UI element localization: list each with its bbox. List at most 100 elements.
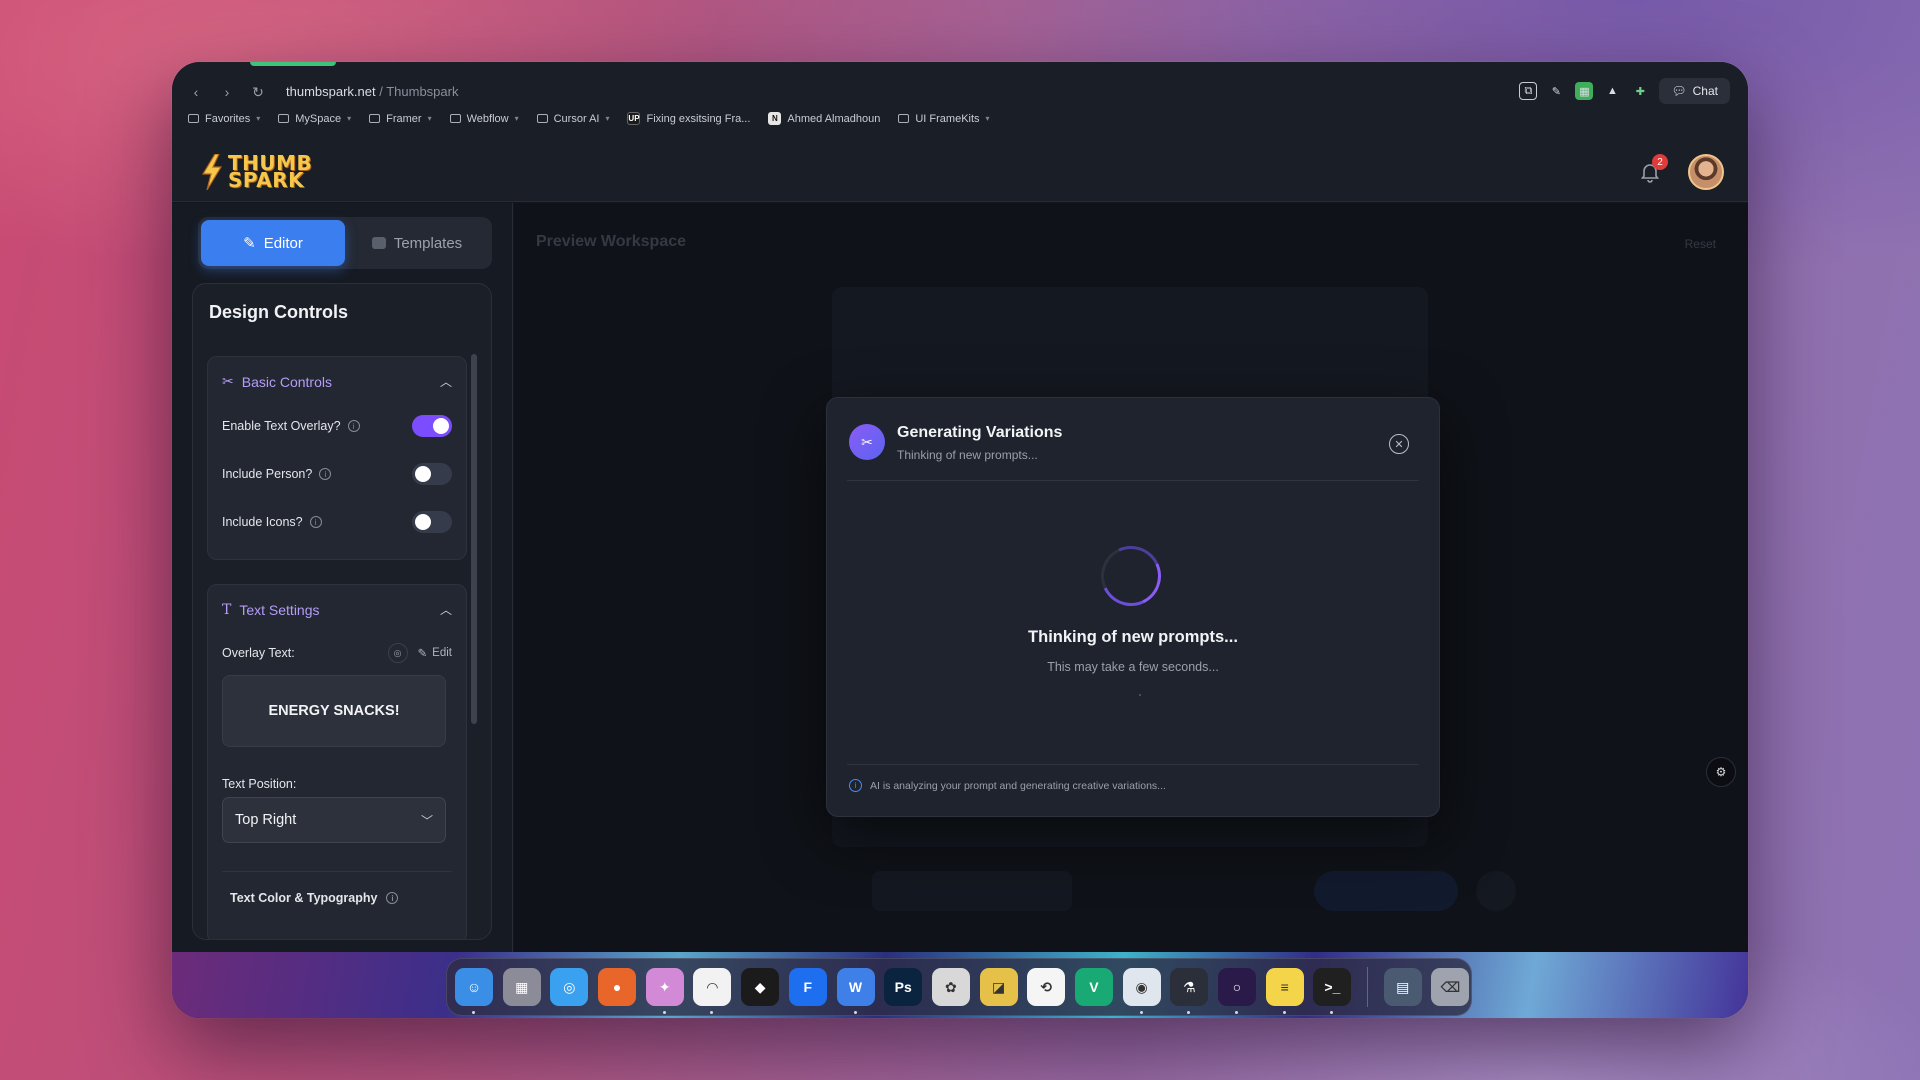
info-icon[interactable]: i xyxy=(309,516,322,528)
divider xyxy=(222,871,452,872)
templates-icon xyxy=(371,237,386,249)
bookmark-myspace[interactable]: MySpace ▾ xyxy=(278,113,351,125)
davinci-icon[interactable]: ✿ xyxy=(931,968,970,1006)
text-position-select[interactable]: Top Right ﹀ xyxy=(222,797,446,843)
pencil-icon: ✎ xyxy=(417,648,428,660)
include-icons-row: Include Icons? i xyxy=(222,511,452,533)
thumbspark-logo[interactable]: THUMB SPARK xyxy=(200,153,312,192)
avatar[interactable] xyxy=(1688,154,1724,190)
cursor-icon[interactable]: ◆ xyxy=(741,968,780,1006)
screen-recorder-icon[interactable]: ○ xyxy=(1218,968,1256,1014)
notes-icon[interactable]: ≡ xyxy=(1265,968,1304,1014)
grid-extension-icon[interactable]: ▦ xyxy=(1575,82,1594,100)
finder-icon[interactable]: ☺ xyxy=(455,968,493,1014)
firefox-icon[interactable]: ● xyxy=(598,968,637,1006)
puzzle-extension-icon[interactable]: ✚ xyxy=(1631,82,1649,100)
bookmark-ui-framekits[interactable]: UI FrameKits ▾ xyxy=(898,112,990,125)
text-settings-card: T Text Settings ︿ Overlay Text: ◎ ✎ Edit… xyxy=(207,584,467,939)
text-settings-title: Text Settings xyxy=(239,601,320,618)
vercel-icon[interactable]: ▲ xyxy=(1603,82,1621,100)
safari-icon[interactable]: ◎ xyxy=(550,968,589,1006)
generating-variations-dialog: ✂︎ Generating Variations Thinking of new… xyxy=(826,397,1440,817)
design-controls-panel: Design Controls ✂︎ Basic Controls ︿ Enab… xyxy=(192,283,492,940)
filter-toggle-button[interactable]: ⚙︎ xyxy=(1706,757,1736,787)
info-icon[interactable]: i xyxy=(319,468,332,480)
webflow-icon[interactable]: W xyxy=(836,968,875,1014)
bookmark-cursor-ai[interactable]: Cursor AI ▾ xyxy=(536,113,609,125)
vectorize-icon[interactable]: V xyxy=(1074,968,1113,1006)
folder-icon xyxy=(369,114,381,123)
folder-icon xyxy=(278,114,290,123)
bookmark-label: UI FrameKits xyxy=(915,112,980,125)
preview-icon[interactable]: ◉ xyxy=(1122,968,1161,1014)
bookmark-label: MySpace xyxy=(295,112,342,125)
trash-icon[interactable]: ⌫ xyxy=(1431,968,1470,1006)
address-bar[interactable]: thumbspark.net / Thumbspark xyxy=(286,82,458,102)
maps-icon[interactable]: ◪ xyxy=(979,968,1018,1006)
edit-overlay-text-button[interactable]: ✎ Edit xyxy=(418,646,452,660)
color-picker-icon[interactable]: ✎ xyxy=(1547,82,1565,100)
instagram-icon[interactable]: ◎ xyxy=(387,643,408,663)
folder-icon xyxy=(449,114,461,123)
bookmark-favorites[interactable]: Favorites ▾ xyxy=(188,113,260,125)
bookmark-label: Fixing exsitsing Fra... xyxy=(646,112,751,125)
notifications-button[interactable]: 2 xyxy=(1638,154,1668,184)
panel-scrollbar[interactable] xyxy=(471,354,477,724)
bookmark-fixing-existing[interactable]: UP Fixing exsitsing Fra... xyxy=(627,112,750,125)
bookmarks-bar: Favorites ▾ MySpace ▾ Framer ▾ Webflow ▾ Cur… xyxy=(188,112,990,125)
launchpad-icon[interactable]: ▦ xyxy=(502,968,541,1006)
downloads-folder-icon[interactable]: ▤ xyxy=(1383,968,1422,1006)
tab-editor[interactable]: ✎ Editor xyxy=(201,220,345,266)
photoshop-icon[interactable]: Ps xyxy=(884,968,923,1006)
lab-icon[interactable]: ⚗ xyxy=(1170,968,1209,1014)
divider xyxy=(847,764,1419,765)
running-indicator xyxy=(1330,1011,1334,1014)
edit-label: Edit xyxy=(432,647,452,659)
editor-templates-switch: ✎ Editor Templates xyxy=(198,217,492,269)
reload-icon[interactable]: ↻ xyxy=(248,82,268,102)
text-type-icon: T xyxy=(222,601,232,618)
arc-icon[interactable]: ◠ xyxy=(693,968,732,1014)
tab-templates[interactable]: Templates xyxy=(345,220,489,266)
bookmark-ahmed-almadhoun[interactable]: N Ahmed Almadhoun xyxy=(768,112,880,125)
app-header: THUMB SPARK 2 xyxy=(172,142,1748,202)
text-settings-header[interactable]: T Text Settings ︿ xyxy=(222,601,452,618)
bookmark-label: Favorites xyxy=(205,112,251,125)
dialog-title: Generating Variations xyxy=(897,424,1063,441)
dock: ☺ ▦ ◎ ● ✦ ◠ ◆ F W Ps ✿ ◪ ⟲ V ◉ ⚗ ○ ≡ >_ ▤ ⌫ xyxy=(446,958,1472,1016)
include-person-label: Include Person? xyxy=(222,467,313,481)
typography-row[interactable]: Text Color & Typography i xyxy=(230,891,452,905)
running-indicator xyxy=(662,1011,666,1014)
progress-message: Thinking of new prompts... xyxy=(1028,628,1238,646)
chevron-up-icon: ︿ xyxy=(439,375,452,389)
info-icon[interactable]: i xyxy=(347,420,360,432)
info-icon[interactable]: i xyxy=(386,892,399,904)
tab-editor-label: Editor xyxy=(263,234,303,252)
pencil-icon: ✎ xyxy=(243,235,256,252)
forward-icon[interactable]: › xyxy=(217,82,237,102)
sync-icon[interactable]: ⟲ xyxy=(1027,968,1066,1006)
info-icon: i xyxy=(849,779,862,792)
cleanmymac-icon[interactable]: ✦ xyxy=(645,968,684,1014)
upwork-icon: UP xyxy=(627,112,641,125)
bookmark-webflow[interactable]: Webflow ▾ xyxy=(449,113,519,125)
running-indicator xyxy=(1235,1011,1238,1014)
bookmark-framer[interactable]: Framer ▾ xyxy=(369,113,432,125)
screenshot-extension-icon[interactable]: ⧉ xyxy=(1519,82,1538,100)
close-icon[interactable]: ✕ xyxy=(1389,434,1409,454)
enable-text-overlay-toggle[interactable] xyxy=(412,415,452,437)
basic-controls-title: Basic Controls xyxy=(241,373,332,390)
include-person-toggle[interactable] xyxy=(412,463,452,485)
framer-icon[interactable]: F xyxy=(788,968,827,1006)
basic-controls-header[interactable]: ✂︎ Basic Controls ︿ xyxy=(222,373,452,390)
back-icon[interactable]: ‹ xyxy=(186,82,206,102)
chevron-down-icon: ▾ xyxy=(347,114,352,123)
terminal-icon[interactable]: >_ xyxy=(1313,968,1352,1014)
toggle-knob xyxy=(433,418,449,434)
reset-button[interactable]: Reset xyxy=(1685,237,1716,251)
logo-line-2: SPARK xyxy=(228,168,305,192)
overlay-text-preview[interactable]: ENERGY SNACKS! xyxy=(222,675,446,747)
chat-button[interactable]: 💬︎ Chat xyxy=(1659,78,1730,104)
include-icons-toggle[interactable] xyxy=(412,511,452,533)
notification-badge: 2 xyxy=(1652,154,1668,170)
